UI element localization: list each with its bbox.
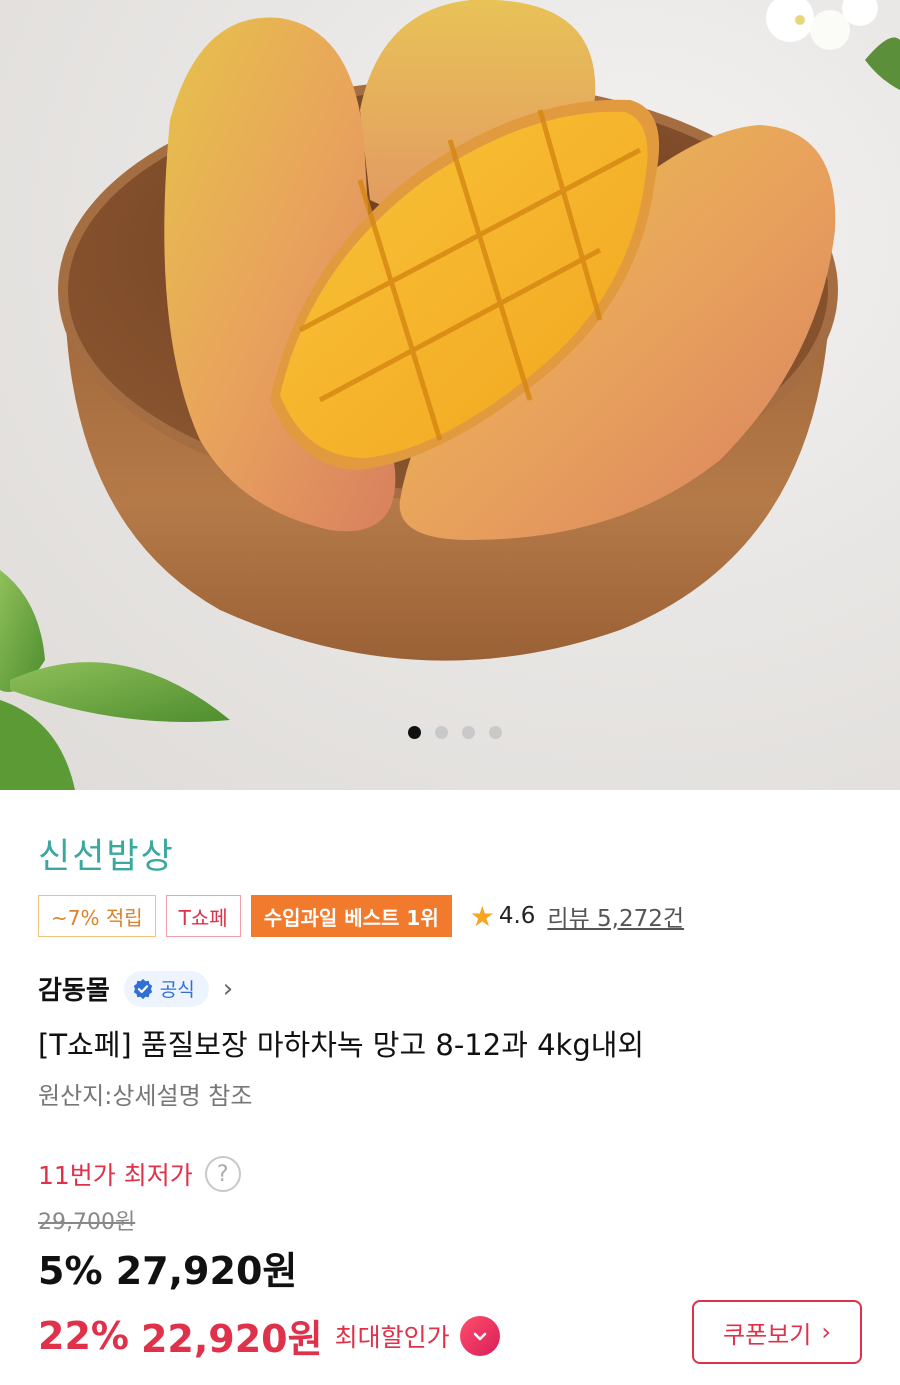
rating-value: 4.6 [498, 903, 536, 929]
discount-price: 5% 27,920원 [38, 1249, 298, 1293]
mango-bowl-image [0, 0, 900, 790]
original-price: 29,700원 [38, 1210, 136, 1235]
carousel-dot-4[interactable] [489, 726, 502, 739]
seller-row[interactable]: 감동몰 공식 › [38, 970, 233, 1007]
max-discount-percent: 22% [38, 1313, 129, 1358]
product-title: [T쇼페] 품질보장 마하차녹 망고 8-12과 4kg내외 [38, 1028, 645, 1062]
official-badge: 공식 [123, 970, 209, 1007]
leaf-decoration [0, 570, 230, 790]
carousel-dot-3[interactable] [462, 726, 475, 739]
official-badge-label: 공식 [159, 979, 195, 1001]
brand-name[interactable]: 신선밥상 [38, 828, 175, 879]
carousel-dot-2[interactable] [435, 726, 448, 739]
rating: ★ 4.6 [470, 900, 536, 933]
star-icon: ★ [469, 899, 495, 933]
product-info-panel: 신선밥상 ~7% 적립 T쇼페 수입과일 베스트 1위 ★ 4.6 리뷰 5,2… [0, 790, 900, 1385]
max-discount-label: 최대할인가 [334, 1322, 450, 1352]
view-coupon-label: 쿠폰보기 [723, 1320, 812, 1349]
review-count-link[interactable]: 리뷰 5,272건 [547, 899, 684, 933]
product-image-carousel[interactable] [0, 0, 900, 790]
max-discount-row: 22% 22,920원 최대할인가 [38, 1308, 500, 1363]
chevron-down-icon[interactable] [459, 1315, 500, 1356]
chevron-right-icon[interactable]: › [223, 974, 233, 1004]
reward-tag: ~7% 적립 [38, 895, 156, 937]
max-discount-price: 22,920원 [140, 1317, 323, 1361]
help-icon[interactable]: ? [204, 1156, 241, 1192]
view-coupon-button[interactable]: 쿠폰보기 › [692, 1300, 862, 1364]
carousel-indicator[interactable] [0, 726, 900, 742]
product-tags: ~7% 적립 T쇼페 수입과일 베스트 1위 ★ 4.6 리뷰 5,272건 [38, 895, 684, 937]
carousel-dot-1[interactable] [408, 726, 421, 739]
lowest-price-row: 11번가 최저가 ? [38, 1156, 241, 1192]
verified-check-icon [133, 978, 152, 999]
flower-decoration [766, 0, 900, 90]
product-origin: 원산지:상세설명 참조 [38, 1082, 253, 1110]
seller-name[interactable]: 감동몰 [38, 970, 110, 1007]
tshope-tag: T쇼페 [165, 895, 241, 937]
lowest-price-label: 11번가 최저가 [38, 1161, 193, 1190]
best-rank-tag[interactable]: 수입과일 베스트 1위 [250, 895, 452, 937]
chevron-right-icon: › [821, 1318, 831, 1346]
